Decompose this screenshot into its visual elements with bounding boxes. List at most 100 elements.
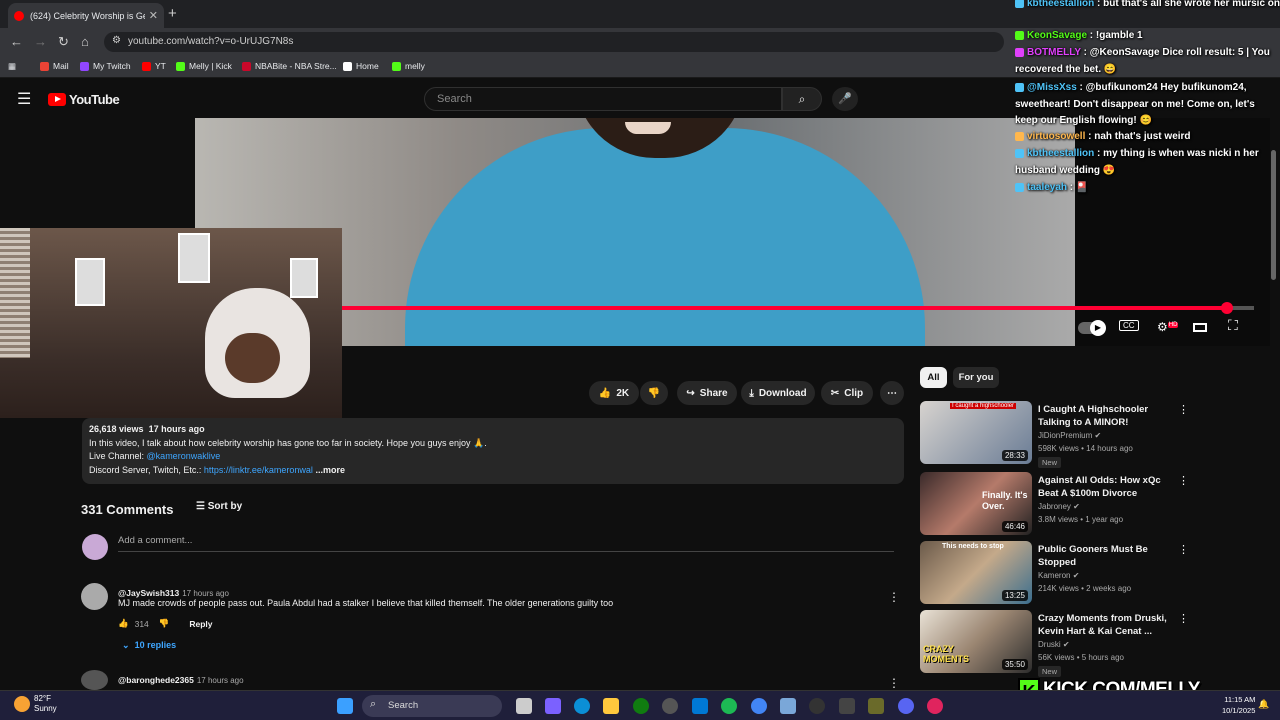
voice-search-button[interactable]: 🎤 xyxy=(832,87,858,111)
comment-actions: 👍 314 👎 Reply xyxy=(118,618,213,629)
address-bar[interactable]: ⚙ youtube.com/watch?v=o-UrUJG7N8s xyxy=(104,32,1004,52)
system-clock[interactable]: 11:15 AM 10/1/2025 xyxy=(1222,694,1255,716)
video-progress-bar[interactable] xyxy=(342,302,1254,314)
back-icon[interactable]: ← xyxy=(10,34,23,49)
video-menu-icon[interactable]: ⋮ xyxy=(1178,474,1189,487)
bookmark-nbabite[interactable]: NBABite - NBA Stre... xyxy=(242,61,337,71)
theater-mode-icon[interactable] xyxy=(1193,323,1207,332)
chat-message: kbtheestallion : my thing is when was ni… xyxy=(1015,148,1259,176)
bookmark-yt[interactable]: YT xyxy=(142,61,166,71)
start-icon[interactable] xyxy=(337,698,353,714)
search-button[interactable]: ⌕ xyxy=(782,87,822,111)
video-meta: 56K views • 5 hours ago xyxy=(1038,653,1124,662)
file-explorer-icon[interactable] xyxy=(603,698,619,714)
notification-icon[interactable]: 🔔 xyxy=(1258,699,1269,710)
comment-author[interactable]: @baronghede2365 xyxy=(118,675,194,685)
menu-icon[interactable]: ☰ xyxy=(17,89,31,109)
bookmark-my-twitch[interactable]: My Twitch xyxy=(80,61,131,71)
thumbs-up-icon[interactable]: 👍 xyxy=(118,618,129,629)
clip-button[interactable]: ✂ Clip xyxy=(821,381,873,405)
video-thumbnail[interactable]: Finally. It's Over. 46:46 xyxy=(920,472,1032,535)
app-icon[interactable] xyxy=(839,698,855,714)
autoplay-toggle[interactable]: ▶ xyxy=(1078,319,1106,336)
spotify-icon[interactable] xyxy=(721,698,737,714)
browser-tab[interactable]: (624) Celebrity Worship is Getti ✕ xyxy=(8,3,164,28)
reply-button[interactable]: Reply xyxy=(189,619,212,629)
chip-for-you[interactable]: For you xyxy=(953,367,999,388)
video-title[interactable]: Public Gooners Must Be Stopped xyxy=(1038,543,1170,569)
progress-scrubber[interactable] xyxy=(1220,302,1233,314)
dislike-button[interactable]: 👎 xyxy=(640,381,668,405)
captions-icon[interactable]: CC xyxy=(1119,320,1139,331)
add-comment-input[interactable]: Add a comment... xyxy=(118,535,894,552)
thumbs-down-icon[interactable]: 👎 xyxy=(159,618,170,629)
video-title[interactable]: Crazy Moments from Druski, Kevin Hart & … xyxy=(1038,612,1170,638)
taskbar-search[interactable]: ⌕ Search xyxy=(362,695,502,717)
channel-name[interactable]: JiDionPremium ✔ xyxy=(1038,431,1101,440)
weather-widget[interactable]: 82°F Sunny xyxy=(34,694,57,714)
more-actions-button[interactable]: ⋯ xyxy=(880,381,904,405)
video-menu-icon[interactable]: ⋮ xyxy=(1178,543,1189,556)
show-more-button[interactable]: ...more xyxy=(315,465,345,475)
comment-author[interactable]: @JaySwish313 xyxy=(118,588,179,598)
channel-name[interactable]: Kameron ✔ xyxy=(1038,571,1079,580)
recommended-video[interactable]: This needs to stop 13:25 Public Gooners … xyxy=(920,541,1189,605)
video-description[interactable]: 26,618 views 17 hours ago In this video,… xyxy=(82,418,904,484)
channel-name[interactable]: Jabroney ✔ xyxy=(1038,502,1080,511)
view-replies-button[interactable]: ⌄ 10 replies xyxy=(122,640,176,651)
share-button[interactable]: ↪ Share xyxy=(677,381,737,405)
bookmark-melly-kick[interactable]: Melly | Kick xyxy=(176,61,232,71)
recommended-video[interactable]: CRAZY MOMENTS 35:50 Crazy Moments from D… xyxy=(920,610,1189,677)
live-channel-link[interactable]: @kameronwaklive xyxy=(147,451,221,461)
channel-name[interactable]: Druski ✔ xyxy=(1038,640,1070,649)
video-thumbnail[interactable]: CRAZY MOMENTS 35:50 xyxy=(920,610,1032,673)
task-view-icon[interactable] xyxy=(516,698,532,714)
edge-icon[interactable] xyxy=(574,698,590,714)
video-menu-icon[interactable]: ⋮ xyxy=(1178,403,1189,416)
copilot-icon[interactable] xyxy=(545,698,561,714)
chip-all[interactable]: All xyxy=(920,367,947,388)
video-thumbnail[interactable]: I caught a highschooler 28:33 xyxy=(920,401,1032,464)
bookmark-mail[interactable]: Mail xyxy=(40,61,69,71)
linktree-link[interactable]: https://linktr.ee/kameronwal xyxy=(204,465,313,475)
share-label: Share xyxy=(699,387,728,399)
apps-icon[interactable]: ▦ xyxy=(8,61,16,72)
video-thumbnail[interactable]: This needs to stop 13:25 xyxy=(920,541,1032,604)
site-info-icon[interactable]: ⚙ xyxy=(112,35,121,46)
like-button[interactable]: 👍 2K xyxy=(589,381,639,405)
bookmark-home[interactable]: Home xyxy=(343,61,379,71)
store-icon[interactable] xyxy=(692,698,708,714)
weather-icon[interactable] xyxy=(14,696,30,712)
download-button[interactable]: ⤓ Download xyxy=(741,381,815,405)
xbox-icon[interactable] xyxy=(633,698,649,714)
recommended-video[interactable]: Finally. It's Over. 46:46 Against All Od… xyxy=(920,472,1189,536)
sort-by-button[interactable]: ☰ Sort by xyxy=(196,501,242,512)
video-title[interactable]: I Caught A Highschooler Talking to A MIN… xyxy=(1038,403,1170,429)
bookmark-melly[interactable]: melly xyxy=(392,61,425,71)
discord-icon[interactable] xyxy=(898,698,914,714)
commenter-avatar[interactable] xyxy=(81,583,108,610)
commenter-avatar[interactable] xyxy=(81,670,108,690)
video-menu-icon[interactable]: ⋮ xyxy=(1178,612,1189,625)
media-player-icon[interactable] xyxy=(809,698,825,714)
steam-icon[interactable] xyxy=(662,698,678,714)
chrome-icon[interactable] xyxy=(751,698,767,714)
comment-menu-icon[interactable]: ⋮ xyxy=(888,676,900,690)
comment-menu-icon[interactable]: ⋮ xyxy=(888,590,900,604)
recommended-video[interactable]: I caught a highschooler 28:33 I Caught A… xyxy=(920,401,1189,468)
search-input[interactable]: Search xyxy=(424,87,782,111)
new-tab-button[interactable]: + xyxy=(168,5,177,22)
tab-close-icon[interactable]: ✕ xyxy=(149,9,158,22)
app-icon[interactable] xyxy=(927,698,943,714)
photos-icon[interactable] xyxy=(780,698,796,714)
video-title[interactable]: Against All Odds: How xQc Beat A $100m D… xyxy=(1038,474,1170,500)
fullscreen-icon[interactable]: ⛶ xyxy=(1228,317,1238,334)
wall-poster xyxy=(178,233,210,283)
reload-icon[interactable]: ↻ xyxy=(58,34,69,50)
home-icon[interactable]: ⌂ xyxy=(81,34,89,49)
forward-icon[interactable]: → xyxy=(34,34,47,49)
youtube-logo[interactable]: YouTube xyxy=(48,92,120,107)
app-icon[interactable] xyxy=(868,698,884,714)
chat-username: taaleyah xyxy=(1027,182,1068,193)
settings-icon[interactable]: ⚙HD xyxy=(1157,320,1179,334)
